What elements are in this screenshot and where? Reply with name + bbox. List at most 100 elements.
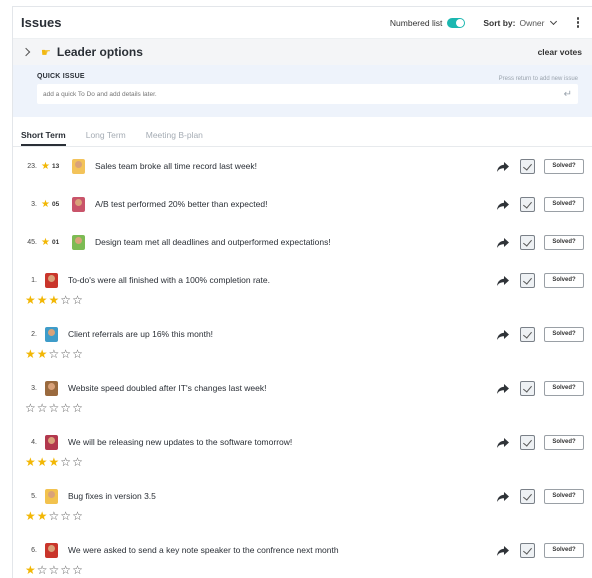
star-empty-icon[interactable]: ☆ [49,564,60,576]
star-empty-icon[interactable]: ☆ [60,402,71,414]
issue-row[interactable]: 4. We will be releasing new updates to th… [13,429,592,455]
share-icon[interactable] [496,236,510,248]
issue-text[interactable]: Website speed doubled after IT's changes… [68,383,496,393]
issue-row[interactable]: 45. ★ 01 Design team met all deadlines and … [13,223,592,261]
star-empty-icon[interactable]: ☆ [72,402,83,414]
star-empty-icon[interactable]: ☆ [72,294,83,306]
star-empty-icon[interactable]: ☆ [60,294,71,306]
star-empty-icon[interactable]: ☆ [37,402,48,414]
todo-checkbox-icon[interactable] [520,380,535,396]
star-filled-icon[interactable]: ★ [49,294,60,306]
todo-checkbox-icon[interactable] [520,488,535,504]
issue-row[interactable]: 5. Bug fixes in version 3.5 Solved? [13,483,592,509]
solved-button[interactable]: Solved? [544,196,584,212]
issue-text[interactable]: We will be releasing new updates to the … [68,437,496,447]
star-rating[interactable]: ★ ★ ☆ ☆ ☆ [13,509,592,523]
share-icon[interactable] [496,436,510,448]
vote-star-icon: ★ [41,198,50,210]
solved-button[interactable]: Solved? [544,380,584,396]
star-filled-icon[interactable]: ★ [25,348,36,360]
issue-text[interactable]: Client referrals are up 16% this month! [68,329,496,339]
quick-issue-input[interactable] [43,90,564,98]
numbered-list-control[interactable]: Numbered list [390,17,466,28]
star-empty-icon[interactable]: ☆ [60,456,71,468]
star-empty-icon[interactable]: ☆ [37,564,48,576]
issue-text[interactable]: Bug fixes in version 3.5 [68,491,496,501]
todo-checkbox-icon[interactable] [520,272,535,288]
star-filled-icon[interactable]: ★ [37,348,48,360]
issue-text[interactable]: Sales team broke all time record last we… [95,161,496,171]
chevron-right-icon[interactable] [21,47,31,57]
star-filled-icon[interactable]: ★ [25,564,36,576]
issue-text[interactable]: Design team met all deadlines and outper… [95,237,496,247]
star-filled-icon[interactable]: ★ [37,294,48,306]
solved-button[interactable]: Solved? [544,434,584,450]
issue-row[interactable]: 3. ★ 05 A/B test performed 20% better than … [13,185,592,223]
star-empty-icon[interactable]: ☆ [72,510,83,522]
issue-row[interactable]: 1. To-do's were all finished with a 100% … [13,267,592,293]
issue-number: 23. [27,162,37,170]
list-item: 5. Bug fixes in version 3.5 Solved? ★ ★ ☆ ☆ ☆ [13,477,592,531]
star-empty-icon[interactable]: ☆ [60,348,71,360]
share-icon[interactable] [496,274,510,286]
solved-button[interactable]: Solved? [544,488,584,504]
share-icon[interactable] [496,382,510,394]
todo-checkbox-icon[interactable] [520,234,535,250]
star-filled-icon[interactable]: ★ [25,510,36,522]
star-empty-icon[interactable]: ☆ [60,564,71,576]
star-empty-icon[interactable]: ☆ [49,402,60,414]
numbered-list-toggle[interactable] [447,17,466,28]
star-rating[interactable]: ★ ★ ☆ ☆ ☆ [13,347,592,361]
star-filled-icon[interactable]: ★ [25,456,36,468]
issue-text[interactable]: We were asked to send a key note speaker… [68,545,496,555]
enter-return-icon[interactable]: ↵ [564,89,572,100]
clear-votes-button[interactable]: clear votes [538,47,582,57]
issue-number: 4. [31,438,37,446]
star-filled-icon[interactable]: ★ [37,456,48,468]
solved-button[interactable]: Solved? [544,542,584,558]
star-filled-icon[interactable]: ★ [37,510,48,522]
todo-checkbox-icon[interactable] [520,196,535,212]
vote-star-icon: ★ [41,236,50,248]
star-empty-icon[interactable]: ☆ [72,564,83,576]
star-filled-icon[interactable]: ★ [25,294,36,306]
star-empty-icon[interactable]: ☆ [25,402,36,414]
todo-checkbox-icon[interactable] [520,158,535,174]
share-icon[interactable] [496,490,510,502]
star-rating[interactable]: ★ ★ ★ ☆ ☆ [13,293,592,307]
star-empty-icon[interactable]: ☆ [72,348,83,360]
more-options-icon[interactable] [574,15,583,30]
issue-row[interactable]: 2. Client referrals are up 16% this month… [13,321,592,347]
tab-long-term[interactable]: Long Term [86,130,126,146]
solved-button[interactable]: Solved? [544,234,584,250]
issue-text[interactable]: To-do's were all finished with a 100% co… [68,275,496,285]
solved-button[interactable]: Solved? [544,158,584,174]
star-rating[interactable]: ☆ ☆ ☆ ☆ ☆ [13,401,592,415]
issue-number: 3. [31,384,37,392]
todo-checkbox-icon[interactable] [520,434,535,450]
star-filled-icon[interactable]: ★ [49,456,60,468]
issue-row[interactable]: 23. ★ 13 Sales team broke all time record l… [13,147,592,185]
star-empty-icon[interactable]: ☆ [49,348,60,360]
share-icon[interactable] [496,328,510,340]
leader-options-bar[interactable]: ☛ Leader options clear votes [13,39,592,65]
issue-text[interactable]: A/B test performed 20% better than expec… [95,199,496,209]
quick-issue-field[interactable]: ↵ [37,84,578,104]
star-empty-icon[interactable]: ☆ [72,456,83,468]
todo-checkbox-icon[interactable] [520,542,535,558]
star-rating[interactable]: ★ ★ ★ ☆ ☆ [13,455,592,469]
sort-dropdown[interactable]: Sort by: Owner [483,17,557,28]
solved-button[interactable]: Solved? [544,326,584,342]
tab-short-term[interactable]: Short Term [21,130,66,146]
todo-checkbox-icon[interactable] [520,326,535,342]
star-empty-icon[interactable]: ☆ [60,510,71,522]
share-icon[interactable] [496,160,510,172]
star-empty-icon[interactable]: ☆ [49,510,60,522]
share-icon[interactable] [496,544,510,556]
tab-meeting-b-plan[interactable]: Meeting B-plan [146,130,203,146]
share-icon[interactable] [496,198,510,210]
issue-row[interactable]: 3. Website speed doubled after IT's chang… [13,375,592,401]
solved-button[interactable]: Solved? [544,272,584,288]
issue-row[interactable]: 6. We were asked to send a key note speak… [13,537,592,563]
star-rating[interactable]: ★ ☆ ☆ ☆ ☆ [13,563,592,577]
